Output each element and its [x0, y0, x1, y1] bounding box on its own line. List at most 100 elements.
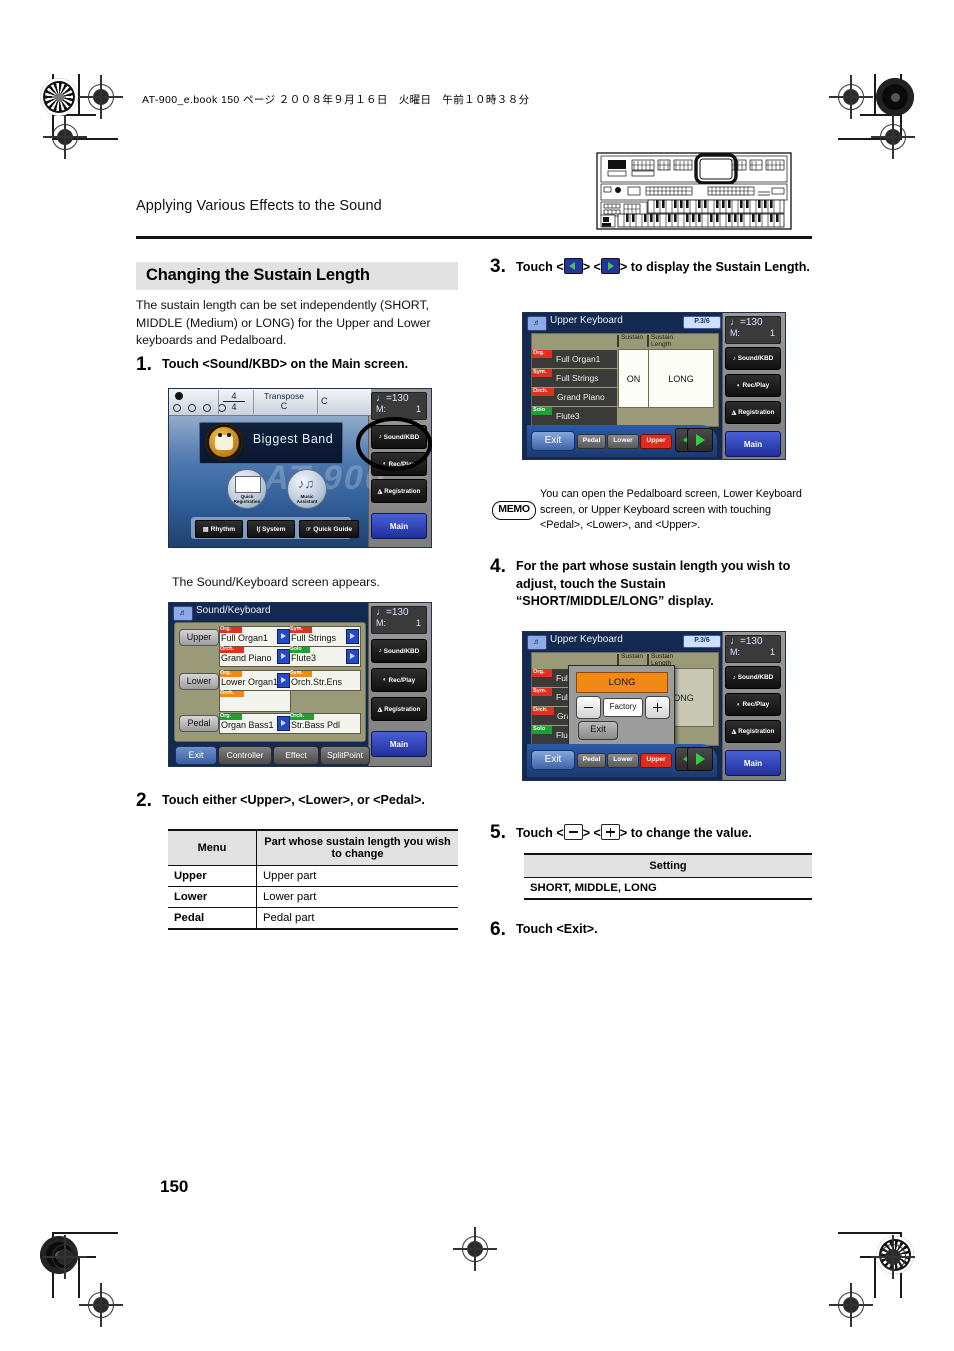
sk-side-button-main[interactable]: Main [371, 731, 427, 757]
main-measure-value: 1 [415, 404, 421, 414]
sk-side-button-registration[interactable]: ◮ Registration [371, 697, 427, 721]
reg-crosshair-bl-a [43, 1235, 87, 1279]
ukp-side-button-registration[interactable]: ◮ Registration [725, 720, 781, 743]
sk-u2-arrow-icon[interactable] [346, 629, 359, 644]
sk-side-button-rec-play-label: Rec/Play [388, 676, 416, 684]
uk-measure-value: 1 [769, 328, 775, 338]
popup-minus-button[interactable] [576, 696, 601, 719]
memo-block: MEMO You can open the Pedalboard screen,… [492, 487, 816, 539]
callout-ellipse [356, 417, 432, 471]
sk-bottom-button-splitpoint-label: SplitPoint [327, 750, 363, 760]
sk-side-button-sound-kbd[interactable]: ♪ Sound/KBD [371, 639, 427, 663]
step-5-post: > to change the value. [619, 826, 752, 840]
minus-icon[interactable] [563, 824, 583, 840]
sk-part-button-upper-label: Upper [186, 632, 212, 642]
sk-part-button-pedal-label: Pedal [187, 718, 211, 728]
popup-plus-button[interactable] [645, 696, 670, 719]
popup-factory-button[interactable]: Factory [603, 698, 643, 717]
sk-p1-arrow-icon[interactable] [277, 716, 290, 731]
sound-keyboard-screen-image: ♬ Sound/Keyboard ♩=130 M: 1 Upper Lower … [168, 602, 432, 767]
uk-side-button-registration[interactable]: ◮ Registration [725, 401, 781, 424]
ukp-measure-value: 1 [769, 647, 775, 657]
ukp-exit-button-label: Exit [544, 754, 562, 765]
step-2-number: 2. [136, 790, 152, 811]
uk-part-tab-lower-label: Lower [613, 437, 633, 444]
sk-bottom-button-exit[interactable]: Exit [175, 746, 217, 765]
right-arrow-icon[interactable] [600, 258, 620, 274]
sk-u1-arrow-icon[interactable] [277, 629, 290, 644]
ukp-row2-tag: Orch. [533, 706, 548, 713]
ukp-exit-button[interactable]: Exit [531, 750, 575, 770]
main-side-button-registration[interactable]: ◮ Registration [371, 479, 427, 503]
uk-sustain-value-cell[interactable]: ON [618, 349, 649, 408]
reg-crosshair-br-b [829, 1283, 873, 1327]
plus-icon[interactable] [600, 824, 620, 840]
main-button-rhythm[interactable]: ▤ Rhythm [195, 520, 243, 538]
main-beat-numerator: 4 [231, 391, 237, 401]
left-arrow-icon[interactable] [563, 258, 583, 274]
sk-l1-arrow-icon[interactable] [277, 673, 290, 688]
ukp-side-button-sound-kbd[interactable]: ♪ Sound/KBD [725, 666, 781, 689]
ukp-side-button-sound-kbd-label: Sound/KBD [737, 674, 774, 681]
sk-u4-arrow-icon[interactable] [346, 649, 359, 664]
step-3: 3. Touch < > < > to display the Sustain Le… [490, 257, 814, 277]
main-side-button-registration-label: Registration [384, 487, 421, 495]
sk-bottom-button-controller[interactable]: Controller [218, 746, 272, 765]
quick-registration-button[interactable]: Quick Registration [227, 469, 267, 509]
uk-part-tab-pedal[interactable]: Pedal [577, 434, 606, 449]
registration-target-top-right [876, 78, 914, 116]
sk-side-button-rec-play[interactable]: ◐ Rec/Play [371, 668, 427, 692]
main-button-quick-guide[interactable]: ☞ Quick Guide [299, 520, 359, 538]
sk-bottom-button-effect[interactable]: Effect [273, 746, 319, 765]
sk-part-button-lower[interactable]: Lower [179, 673, 219, 690]
sk-side-button-sound-kbd-label: Sound/KBD [383, 647, 420, 655]
ukp-next-page-button[interactable] [687, 747, 713, 771]
sk-u2-value: Full Strings [291, 633, 337, 643]
ukp-part-tab-pedal[interactable]: Pedal [577, 753, 606, 768]
section-heading: Changing the Sustain Length [136, 262, 458, 290]
sk-u1-value: Full Organ1 [221, 633, 269, 643]
main-key-value: C [321, 396, 328, 406]
popup-exit-button[interactable]: Exit [578, 721, 618, 740]
setting-table-header: Setting [524, 853, 812, 878]
uk-row2-name: Grand Piano [557, 392, 605, 402]
step-3-mid: > < [582, 260, 601, 274]
step-1-caption: The Sound/Keyboard screen appears. [172, 575, 380, 589]
uk-next-page-button[interactable] [687, 428, 713, 452]
uk-side-button-rec-play[interactable]: ◐ Rec/Play [725, 374, 781, 397]
sk-part-button-pedal[interactable]: Pedal [179, 715, 219, 732]
sk-bottom-button-splitpoint[interactable]: SplitPoint [320, 746, 370, 765]
main-side-button-main[interactable]: Main [371, 513, 427, 539]
ukp-title: Upper Keyboard [550, 634, 623, 645]
sk-bottom-button-effect-label: Effect [285, 750, 307, 760]
sound-keyboard-title-icon: ♬ [173, 606, 193, 621]
sk-part-button-upper[interactable]: Upper [179, 629, 219, 646]
sk-u3-arrow-icon[interactable] [277, 649, 290, 664]
uk-exit-button[interactable]: Exit [531, 431, 575, 451]
uk-part-tab-upper[interactable]: Upper [640, 434, 672, 449]
music-assistant-button[interactable]: ♪♫ Music Assistant [287, 469, 327, 509]
ukp-side-button-main[interactable]: Main [725, 750, 781, 776]
uk-side-button-rec-play-label: Rec/Play [742, 382, 770, 389]
upper-keyboard-popup-screen-image: ♬ Upper Keyboard P.3/6 ♩=130 M: 1 Sustai… [522, 631, 786, 781]
sk-u3-value: Grand Piano [221, 653, 272, 663]
uk-title: Upper Keyboard [550, 315, 623, 326]
ukp-part-tab-lower[interactable]: Lower [607, 753, 639, 768]
sk-tempo: =130 [386, 607, 409, 618]
uk-row2-tag: Orch. [533, 387, 548, 394]
quick-registration-label-1: Quick [240, 494, 254, 499]
uk-part-tab-lower[interactable]: Lower [607, 434, 639, 449]
popup-factory-button-label: Factory [609, 702, 637, 711]
step-3-pre: Touch < [516, 260, 564, 274]
step-2-text: Touch either <Upper>, <Lower>, or <Pedal… [162, 793, 425, 807]
uk-side-button-main[interactable]: Main [725, 431, 781, 457]
main-button-system[interactable]: Ⅰ∫ System [247, 520, 295, 538]
ukp-part-tab-upper-label: Upper [646, 756, 666, 763]
uk-side-button-sound-kbd[interactable]: ♪ Sound/KBD [725, 347, 781, 370]
sk-measure-label: M: [376, 618, 386, 628]
ukp-part-tab-upper[interactable]: Upper [640, 753, 672, 768]
uk-sustain-length-value-cell[interactable]: LONG [648, 349, 714, 408]
ukp-side-button-rec-play[interactable]: ◐ Rec/Play [725, 693, 781, 716]
rec-play-icon: ◐ [736, 382, 741, 389]
uk-measure-label: M: [730, 328, 740, 338]
